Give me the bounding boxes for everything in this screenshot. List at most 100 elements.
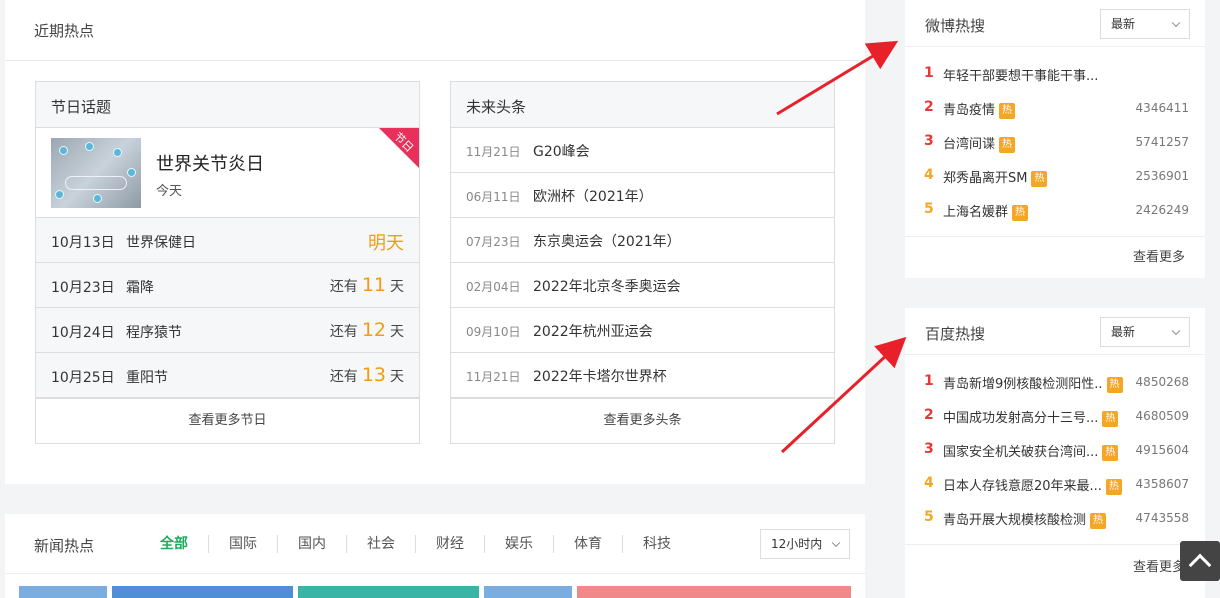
time-range-select[interactable]: 12小时内 — [760, 529, 850, 559]
headline-row[interactable]: 06月11日 欧洲杯（2021年） — [451, 173, 834, 218]
weibo-more-link[interactable]: 查看更多 — [905, 236, 1205, 278]
hot-badge: 热 — [999, 137, 1016, 153]
weibo-sort-select[interactable]: 最新 — [1100, 9, 1190, 39]
featured-holiday-when: 今天 — [156, 184, 183, 199]
baidu-more-link[interactable]: 查看更多 — [905, 544, 1205, 590]
weibo-sort-value: 最新 — [1111, 17, 1136, 31]
hot-text: 郑秀晶离开SM 热 — [943, 167, 1048, 187]
hot-item[interactable]: 2 中国成功发射高分十三号... 热 4680509 — [905, 401, 1205, 435]
featured-holiday-image[interactable] — [51, 138, 141, 208]
baidu-title: 百度热搜 — [925, 325, 986, 343]
headline-name: 欧洲杯（2021年） — [533, 189, 653, 205]
tab-society[interactable]: 社会 — [346, 535, 415, 553]
tab-finance[interactable]: 财经 — [415, 535, 484, 553]
headline-row[interactable]: 02月04日 2022年北京冬季奥运会 — [451, 263, 834, 308]
hot-item[interactable]: 3 国家安全机关破获台湾间... 热 4915604 — [905, 435, 1205, 469]
holiday-date: 10月13日 — [51, 235, 115, 251]
hot-count: 4850268 — [1135, 375, 1189, 389]
countdown-prefix: 还有 — [329, 369, 358, 385]
headline-row[interactable]: 11月21日 2022年卡塔尔世界杯 — [451, 353, 834, 398]
hot-title: 青岛新增9例核酸检测阳性.. — [943, 377, 1103, 392]
holiday-row[interactable]: 10月13日 世界保健日 明天 — [36, 218, 419, 263]
hot-item[interactable]: 5 上海名媛群热 2426249 — [905, 195, 1205, 229]
hot-title: 台湾间谍 — [943, 137, 996, 152]
headline-row[interactable]: 07月23日 东京奥运会（2021年） — [451, 218, 834, 263]
hot-rank: 3 — [924, 441, 934, 457]
baidu-sort-value: 最新 — [1111, 325, 1136, 339]
weibo-header: 微博热搜 最新 — [905, 0, 1205, 47]
news-hot-header: 新闻热点 全部 国际 国内 社会 财经 娱乐 体育 科技 12小时内 — [5, 514, 865, 574]
news-hot-panel: 新闻热点 全部 国际 国内 社会 财经 娱乐 体育 科技 12小时内 — [5, 514, 865, 598]
hot-text: 青岛开展大规模核酸检测热 — [943, 509, 1107, 529]
hot-item[interactable]: 2 青岛疫情热 4346411 — [905, 93, 1205, 127]
baidu-sort-select[interactable]: 最新 — [1100, 317, 1190, 347]
more-headlines-link[interactable]: 查看更多头条 — [451, 398, 834, 443]
image-dot — [85, 142, 94, 151]
headline-date: 09月10日 — [466, 325, 521, 339]
headline-row[interactable]: 09月10日 2022年杭州亚运会 — [451, 308, 834, 353]
hot-badge: 热 — [1012, 205, 1029, 221]
news-category-bar[interactable] — [298, 586, 479, 598]
featured-holiday-name[interactable]: 世界关节炎日 — [156, 150, 264, 176]
hot-item[interactable]: 4 日本人存钱意愿20年来最... 热 4358607 — [905, 469, 1205, 503]
hot-item[interactable]: 5 青岛开展大规模核酸检测热 4743558 — [905, 503, 1205, 537]
baidu-header: 百度热搜 最新 — [905, 308, 1205, 355]
hot-badge: 热 — [1102, 411, 1119, 427]
image-dot — [93, 194, 102, 203]
holiday-row[interactable]: 10月25日 重阳节 还有 13 天 — [36, 353, 419, 398]
hot-count: 4915604 — [1135, 443, 1189, 457]
more-holidays-link[interactable]: 查看更多节日 — [36, 398, 419, 443]
hot-badge: 热 — [1106, 377, 1123, 393]
image-dot — [55, 190, 64, 199]
recent-hot-title: 近期热点 — [34, 22, 95, 40]
chevron-down-icon — [831, 538, 841, 548]
hot-item[interactable]: 4 郑秀晶离开SM 热 2536901 — [905, 161, 1205, 195]
countdown-prefix: 还有 — [329, 279, 358, 295]
hot-rank: 2 — [924, 99, 934, 115]
tab-domestic[interactable]: 国内 — [277, 535, 346, 553]
hot-count: 2536901 — [1135, 169, 1189, 183]
countdown-days: 12 — [361, 319, 386, 341]
weibo-hot-list: 1 年轻干部要想干事能干事... 2 青岛疫情热 4346411 3 台湾间谍热 5741… — [905, 47, 1205, 229]
tab-all[interactable]: 全部 — [140, 535, 208, 553]
tab-entertainment[interactable]: 娱乐 — [484, 535, 553, 553]
headline-name: G20峰会 — [533, 144, 590, 160]
future-headlines-card: 未来头条 11月21日 G20峰会 06月11日 欧洲杯（2021年） 07月2… — [450, 81, 835, 444]
hot-rank: 4 — [924, 167, 934, 183]
time-range-value: 12小时内 — [771, 537, 823, 551]
holiday-card-title: 节日话题 — [36, 82, 419, 128]
chevron-down-icon — [1171, 18, 1181, 28]
holiday-countdown: 还有 13 天 — [330, 364, 404, 386]
tab-international[interactable]: 国际 — [208, 535, 277, 553]
hot-text: 年轻干部要想干事能干事... — [943, 65, 1098, 84]
hot-rank: 5 — [924, 201, 934, 217]
news-category-bar[interactable] — [19, 586, 107, 598]
headline-date: 11月21日 — [466, 145, 521, 159]
news-category-bar[interactable] — [484, 586, 572, 598]
news-category-bar[interactable] — [577, 586, 851, 598]
hot-item[interactable]: 3 台湾间谍热 5741257 — [905, 127, 1205, 161]
countdown-suffix: 天 — [390, 279, 404, 295]
hot-rank: 4 — [924, 475, 934, 491]
hot-rank: 3 — [924, 133, 934, 149]
news-category-bar[interactable] — [112, 586, 293, 598]
back-to-top-button[interactable] — [1180, 541, 1220, 581]
hot-item[interactable]: 1 年轻干部要想干事能干事... — [905, 59, 1205, 93]
hot-item[interactable]: 1 青岛新增9例核酸检测阳性.. 热 4850268 — [905, 367, 1205, 401]
holiday-row[interactable]: 10月24日 程序猿节 还有 12 天 — [36, 308, 419, 353]
image-dot — [127, 168, 136, 177]
tab-tech[interactable]: 科技 — [622, 535, 691, 553]
tab-sports[interactable]: 体育 — [553, 535, 622, 553]
hot-rank: 1 — [924, 65, 934, 81]
holiday-topics-card: 节日话题 世界关节炎日 今天 节日 10月13日 世界保健日 明天 10月23日… — [35, 81, 420, 444]
featured-holiday[interactable]: 世界关节炎日 今天 节日 — [36, 128, 419, 218]
countdown-suffix: 天 — [390, 324, 404, 340]
headline-row[interactable]: 11月21日 G20峰会 — [451, 128, 834, 173]
hot-text: 青岛疫情热 — [943, 99, 1016, 119]
hot-title: 郑秀晶离开SM — [943, 171, 1028, 186]
weibo-hot-search-panel: 微博热搜 最新 1 年轻干部要想干事能干事... 2 青岛疫情热 4346411 3台… — [905, 0, 1205, 278]
headline-name: 2022年北京冬季奥运会 — [533, 279, 681, 295]
image-banner-shape — [65, 176, 127, 190]
headline-name: 东京奥运会（2021年） — [533, 234, 681, 250]
holiday-row[interactable]: 10月23日 霜降 还有 11 天 — [36, 263, 419, 308]
